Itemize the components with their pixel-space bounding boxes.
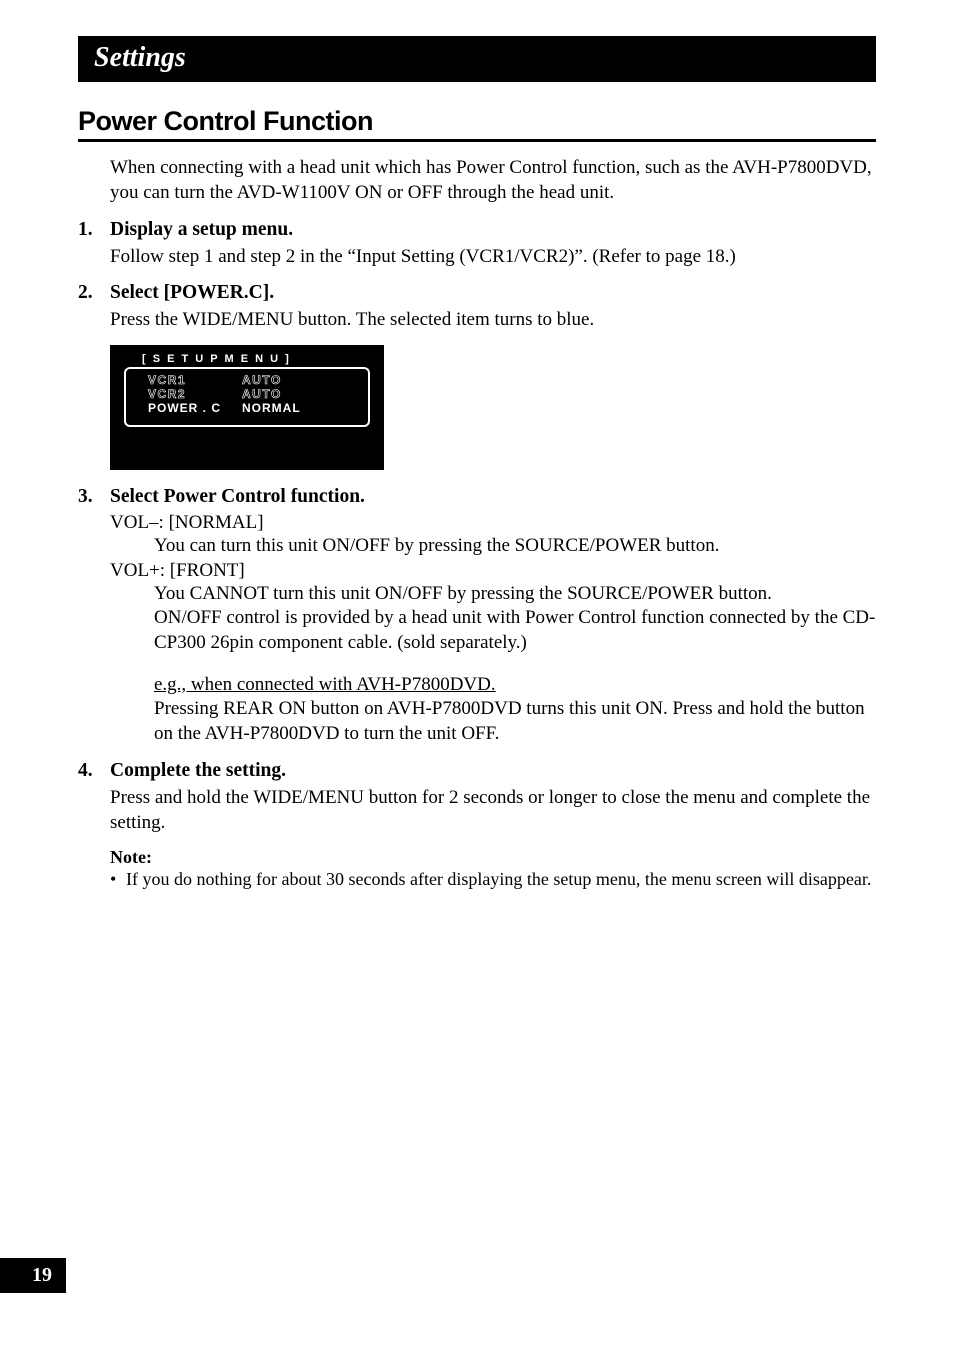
step-title: Select Power Control function. xyxy=(110,486,876,508)
menu-value: NORMAL xyxy=(242,401,301,415)
bullet-icon: • xyxy=(110,868,126,891)
menu-label: POWER . C xyxy=(148,401,242,415)
menu-row: VCR2 AUTO xyxy=(148,387,346,401)
step-1: 1. Display a setup menu. Follow step 1 a… xyxy=(78,219,876,270)
step-number: 2. xyxy=(78,282,110,304)
step-title: Select [POWER.C]. xyxy=(110,282,876,304)
example-desc: Pressing REAR ON button on AVH-P7800DVD … xyxy=(154,697,876,746)
step-3: 3. Select Power Control function. VOL–: … xyxy=(78,486,876,746)
note-text: If you do nothing for about 30 seconds a… xyxy=(126,868,871,891)
step-body: Follow step 1 and step 2 in the “Input S… xyxy=(110,245,876,270)
note-list: • If you do nothing for about 30 seconds… xyxy=(110,868,876,891)
step-body: Press the WIDE/MENU button. The selected… xyxy=(110,308,876,333)
vol-plus-label: VOL+: [FRONT] xyxy=(110,560,876,582)
menu-value: AUTO xyxy=(242,373,282,387)
step-title: Complete the setting. xyxy=(110,760,876,782)
menu-label: VCR2 xyxy=(148,387,242,401)
step-body: Press and hold the WIDE/MENU button for … xyxy=(110,786,876,835)
vol-plus-desc: ON/OFF control is provided by a head uni… xyxy=(154,606,876,655)
vol-minus-desc: You can turn this unit ON/OFF by pressin… xyxy=(154,534,876,558)
setup-menu-inner: VCR1 AUTO VCR2 AUTO POWER . C NORMAL xyxy=(124,367,370,427)
note-label: Note: xyxy=(110,847,876,868)
step-title: Display a setup menu. xyxy=(110,219,876,241)
menu-value: AUTO xyxy=(242,387,282,401)
setup-menu-screenshot: [ S E T U P M E N U ] VCR1 AUTO VCR2 AUT… xyxy=(110,345,384,470)
header-bar: Settings xyxy=(78,36,876,82)
step-number: 3. xyxy=(78,486,110,508)
setup-menu-title: [ S E T U P M E N U ] xyxy=(124,353,370,365)
menu-row: POWER . C NORMAL xyxy=(148,401,346,415)
step-number: 4. xyxy=(78,760,110,782)
step-4: 4. Complete the setting. Press and hold … xyxy=(78,760,876,835)
intro-text: When connecting with a head unit which h… xyxy=(110,156,876,205)
menu-label: VCR1 xyxy=(148,373,242,387)
example-title: e.g., when connected with AVH-P7800DVD. xyxy=(154,673,876,697)
step-number: 1. xyxy=(78,219,110,241)
vol-plus-desc: You CANNOT turn this unit ON/OFF by pres… xyxy=(154,582,876,606)
section-title: Power Control Function xyxy=(78,106,876,142)
vol-minus-label: VOL–: [NORMAL] xyxy=(110,512,876,534)
menu-row: VCR1 AUTO xyxy=(148,373,346,387)
page-number: 19 xyxy=(0,1258,66,1293)
step-2: 2. Select [POWER.C]. Press the WIDE/MENU… xyxy=(78,282,876,333)
